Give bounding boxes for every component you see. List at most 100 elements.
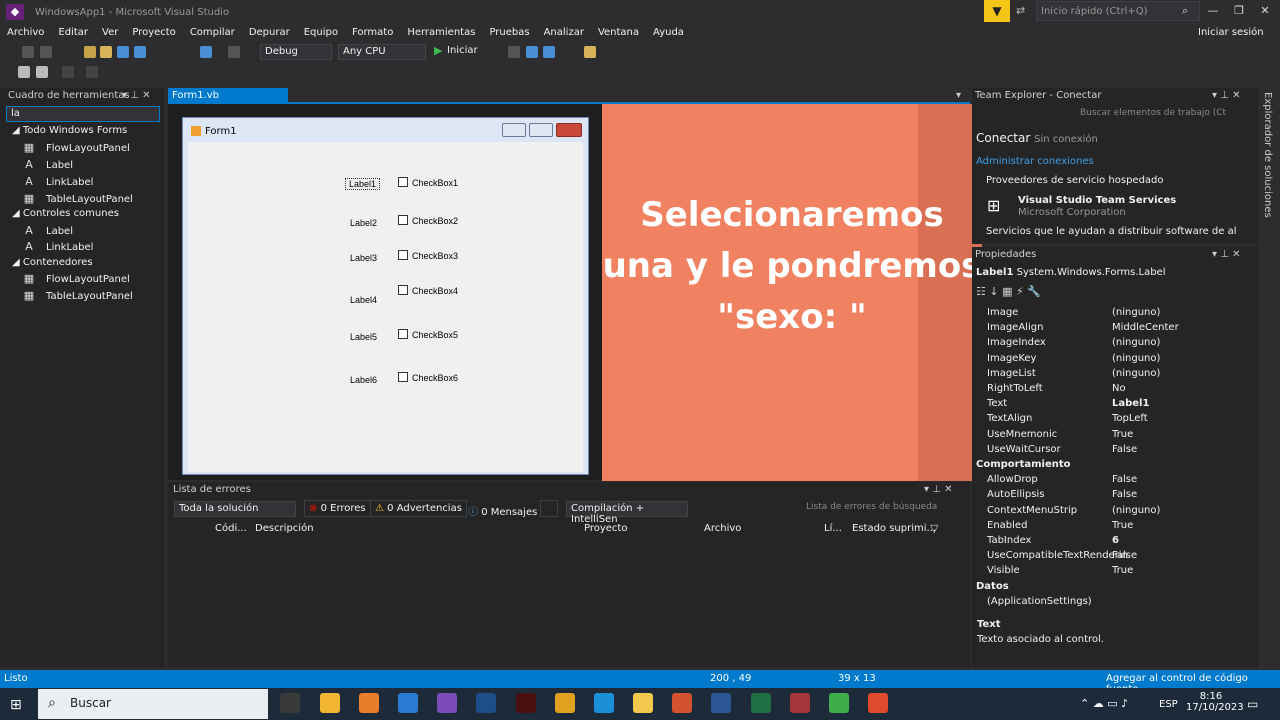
checkbox3[interactable]: CheckBox3: [398, 250, 458, 261]
column-filter-icon[interactable]: ▽: [930, 522, 938, 535]
error-list-header-controls[interactable]: ▾ ⊥ ✕: [924, 484, 952, 495]
toolbox-item[interactable]: ▦ FlowLayoutPanel: [22, 272, 130, 285]
word-icon[interactable]: [711, 693, 731, 713]
taskbar-search[interactable]: Buscar: [38, 689, 268, 719]
start-play-icon[interactable]: ▶: [434, 44, 442, 57]
feedback-icon[interactable]: ⇄: [1016, 4, 1025, 17]
illustrator-icon[interactable]: [516, 693, 536, 713]
save-all-icon[interactable]: [134, 46, 146, 58]
edge-icon[interactable]: [594, 693, 614, 713]
notifications-filter-icon[interactable]: ▼: [984, 0, 1010, 22]
configuration-select[interactable]: Debug: [260, 44, 332, 60]
vsts-title[interactable]: Visual Studio Team Services: [1018, 195, 1176, 206]
checkbox4[interactable]: CheckBox4: [398, 285, 458, 296]
step-into-icon[interactable]: [526, 46, 538, 58]
form-minimize-button[interactable]: [502, 123, 526, 137]
property-row[interactable]: Enabled True: [987, 520, 1252, 535]
property-row[interactable]: Visible True: [987, 565, 1252, 580]
form-close-button[interactable]: [556, 123, 582, 137]
checkbox-box[interactable]: [398, 285, 408, 295]
tab-form1-design[interactable]: Form1.vb [Diseño]*⊣✕: [168, 88, 288, 117]
scope-select[interactable]: Toda la solución: [174, 501, 296, 517]
property-value[interactable]: (ninguno): [1112, 505, 1160, 516]
property-row[interactable]: ImageKey (ninguno): [987, 353, 1252, 368]
access-icon[interactable]: [790, 693, 810, 713]
tab-dropdown-icon[interactable]: ▾: [956, 90, 961, 101]
form1-client-area[interactable]: [188, 142, 583, 472]
checkbox-box[interactable]: [398, 372, 408, 382]
property-row[interactable]: ImageList (ninguno): [987, 368, 1252, 383]
filter-toggle-button[interactable]: [540, 500, 558, 517]
property-value[interactable]: False: [1112, 550, 1137, 561]
back-icon[interactable]: [22, 46, 34, 58]
error-search-input[interactable]: Lista de errores de búsqueda: [806, 502, 956, 516]
open-file-icon[interactable]: [100, 46, 112, 58]
checkbox-box[interactable]: [398, 329, 408, 339]
property-row[interactable]: Datos: [976, 581, 1241, 596]
label1[interactable]: Label1: [345, 178, 381, 190]
menu-analizar[interactable]: Analizar: [537, 24, 591, 42]
checkbox6[interactable]: CheckBox6: [398, 372, 458, 383]
menu-editar[interactable]: Editar: [51, 24, 95, 42]
object-selector[interactable]: Label1 System.Windows.Forms.Label: [976, 267, 1165, 278]
property-value[interactable]: False: [1112, 444, 1137, 455]
checkbox1[interactable]: CheckBox1: [398, 177, 458, 188]
toolbox-item[interactable]: ▦ TableLayoutPanel: [22, 192, 133, 205]
visual-studio-taskbar-icon[interactable]: [437, 693, 457, 713]
messages-filter-button[interactable]: ⓘ 0 Mensajes: [463, 500, 542, 518]
close-button[interactable]: ✕: [1252, 0, 1278, 22]
col-project[interactable]: Proyecto: [584, 523, 627, 534]
task-view-icon[interactable]: [280, 693, 300, 713]
toolbox-item[interactable]: A Label: [22, 158, 73, 171]
minimize-button[interactable]: —: [1200, 0, 1226, 22]
toolbox-item[interactable]: ▦ TableLayoutPanel: [22, 289, 133, 302]
property-value[interactable]: 6: [1112, 535, 1119, 546]
menu-depurar[interactable]: Depurar: [242, 24, 297, 42]
label6[interactable]: Label6: [350, 375, 377, 385]
menu-archivo[interactable]: Archivo: [0, 24, 51, 42]
property-row[interactable]: UseCompatibleTextRenderin False: [987, 550, 1252, 565]
menu-ayuda[interactable]: Ayuda: [646, 24, 691, 42]
netbeans-icon[interactable]: [476, 693, 496, 713]
system-tray-icons[interactable]: ⌃ ☁ ▭ ♪: [1080, 697, 1128, 710]
powerpoint-icon[interactable]: [672, 693, 692, 713]
property-row[interactable]: Image (ninguno): [987, 307, 1252, 322]
chrome-icon[interactable]: [555, 693, 575, 713]
property-row[interactable]: TabIndex 6: [987, 535, 1252, 550]
menu-pruebas[interactable]: Pruebas: [482, 24, 536, 42]
col-description[interactable]: Descripción: [255, 523, 314, 534]
property-row[interactable]: Comportamiento: [976, 459, 1241, 474]
start-button[interactable]: Iniciar: [447, 45, 478, 56]
property-row[interactable]: TextAlign TopLeft: [987, 413, 1252, 428]
build-select[interactable]: Compilación + IntelliSen: [566, 501, 688, 525]
warnings-filter-button[interactable]: ⚠ 0 Advertencias: [370, 500, 467, 517]
property-row[interactable]: Text Label1: [987, 398, 1252, 413]
camtasia-icon[interactable]: [829, 693, 849, 713]
property-row[interactable]: RightToLeft No: [987, 383, 1252, 398]
save-icon[interactable]: [117, 46, 129, 58]
forward-icon[interactable]: [40, 46, 52, 58]
windows-start-icon[interactable]: ⊞: [10, 697, 22, 713]
property-value[interactable]: (ninguno): [1112, 353, 1160, 364]
col-suppression[interactable]: Estado suprimi...: [852, 523, 936, 534]
col-file[interactable]: Archivo: [704, 523, 741, 534]
property-row[interactable]: (ApplicationSettings): [987, 596, 1252, 611]
property-value[interactable]: TopLeft: [1112, 413, 1148, 424]
col-line[interactable]: Lí...: [824, 523, 842, 534]
new-project-icon[interactable]: [84, 46, 96, 58]
stop-icon[interactable]: [508, 46, 520, 58]
checkbox5[interactable]: CheckBox5: [398, 329, 458, 340]
properties-toolbar[interactable]: ☷ ↓ ▦ ⚡ 🔧: [976, 285, 1086, 301]
label2[interactable]: Label2: [350, 218, 377, 228]
checkbox-box[interactable]: [398, 177, 408, 187]
xampp-icon[interactable]: [359, 693, 379, 713]
platform-select[interactable]: Any CPU: [338, 44, 426, 60]
label3[interactable]: Label3: [350, 253, 377, 263]
align-bottom-icon[interactable]: [18, 66, 30, 78]
undo-icon[interactable]: [200, 46, 212, 58]
checkbox-box[interactable]: [398, 215, 408, 225]
menu-herramientas[interactable]: Herramientas: [400, 24, 482, 42]
property-value[interactable]: True: [1112, 429, 1133, 440]
property-row[interactable]: AllowDrop False: [987, 474, 1252, 489]
menu-formato[interactable]: Formato: [345, 24, 400, 42]
